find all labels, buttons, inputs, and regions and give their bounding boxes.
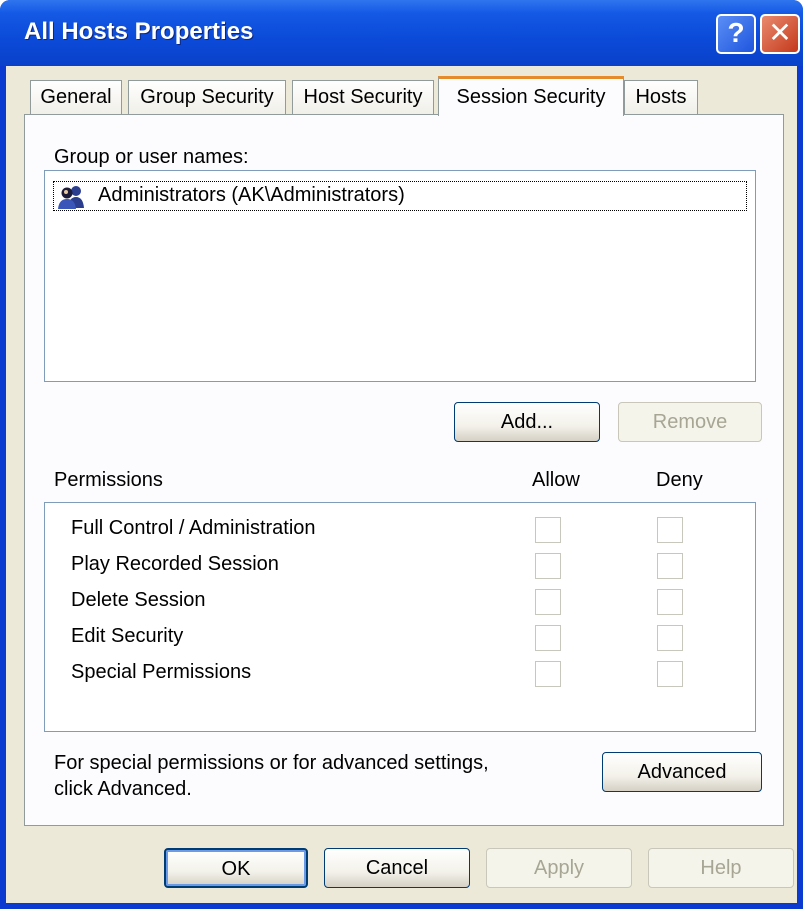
advanced-hint-line2: click Advanced. (54, 778, 192, 800)
user-name: Administrators (AK\Administrators) (98, 184, 405, 206)
tab-label: Session Security (456, 86, 606, 108)
add-button[interactable]: Add... (454, 402, 600, 442)
help-button[interactable]: Help (648, 848, 794, 888)
deny-checkbox[interactable] (657, 517, 683, 543)
permission-label: Delete Session (71, 589, 206, 611)
list-item[interactable]: Administrators (AK\Administrators) (53, 181, 747, 211)
cancel-button[interactable]: Cancel (324, 848, 470, 888)
allow-checkbox[interactable] (535, 661, 561, 687)
user-group-icon (58, 186, 84, 209)
remove-button[interactable]: Remove (618, 402, 762, 442)
tab-general[interactable]: General (30, 80, 122, 114)
allow-checkbox[interactable] (535, 517, 561, 543)
allow-checkbox[interactable] (535, 625, 561, 651)
tab-label: Host Security (303, 86, 423, 108)
tab-label: Group Security (140, 86, 274, 108)
ok-button[interactable]: OK (164, 848, 308, 888)
permission-row: Full Control / Administration (45, 513, 755, 549)
advanced-hint-line1: For special permissions or for advanced … (54, 752, 489, 774)
deny-header: Deny (656, 469, 703, 491)
allow-checkbox[interactable] (535, 553, 561, 579)
apply-button-label: Apply (533, 857, 585, 879)
tab-host-security[interactable]: Host Security (292, 80, 434, 114)
permission-label: Edit Security (71, 625, 184, 647)
dialog-window: All Hosts Properties ? ✕ General Group S… (0, 0, 803, 909)
permission-row: Edit Security (45, 621, 755, 657)
deny-checkbox[interactable] (657, 553, 683, 579)
permission-label: Play Recorded Session (71, 553, 279, 575)
cancel-button-label: Cancel (365, 857, 429, 879)
permission-label: Full Control / Administration (71, 517, 316, 539)
tab-group-security[interactable]: Group Security (128, 80, 286, 114)
permission-label: Special Permissions (71, 661, 252, 683)
deny-checkbox[interactable] (657, 625, 683, 651)
permission-row: Play Recorded Session (45, 549, 755, 585)
title-bar[interactable]: All Hosts Properties ? ✕ (0, 0, 803, 66)
allow-header: Allow (532, 469, 580, 491)
window-title: All Hosts Properties (24, 18, 254, 45)
dialog-client-area: General Group Security Host Security Ses… (6, 66, 797, 903)
ok-button-label: OK (221, 858, 251, 880)
question-mark-icon: ? (727, 17, 745, 48)
allow-checkbox[interactable] (535, 589, 561, 615)
tab-hosts[interactable]: Hosts (624, 80, 698, 114)
tab-label: Hosts (635, 86, 687, 108)
advanced-button[interactable]: Advanced (602, 752, 762, 792)
close-icon: ✕ (768, 17, 792, 48)
help-button-label: Help (700, 857, 742, 879)
permissions-header: Permissions (54, 469, 163, 491)
remove-button-label: Remove (652, 411, 728, 433)
permission-row: Special Permissions (45, 657, 755, 693)
deny-checkbox[interactable] (657, 661, 683, 687)
users-list-label: Group or user names: (54, 146, 249, 168)
permissions-list[interactable]: Full Control / Administration Play Recor… (44, 502, 756, 732)
add-button-label: Add... (500, 411, 554, 433)
apply-button[interactable]: Apply (486, 848, 632, 888)
help-title-button[interactable]: ? (716, 14, 756, 54)
permission-row: Delete Session (45, 585, 755, 621)
tab-session-security[interactable]: Session Security (438, 76, 624, 116)
deny-checkbox[interactable] (657, 589, 683, 615)
tab-label: General (40, 86, 112, 108)
close-button[interactable]: ✕ (760, 14, 800, 54)
advanced-button-label: Advanced (637, 761, 727, 783)
user-list[interactable]: Administrators (AK\Administrators) (44, 170, 756, 382)
